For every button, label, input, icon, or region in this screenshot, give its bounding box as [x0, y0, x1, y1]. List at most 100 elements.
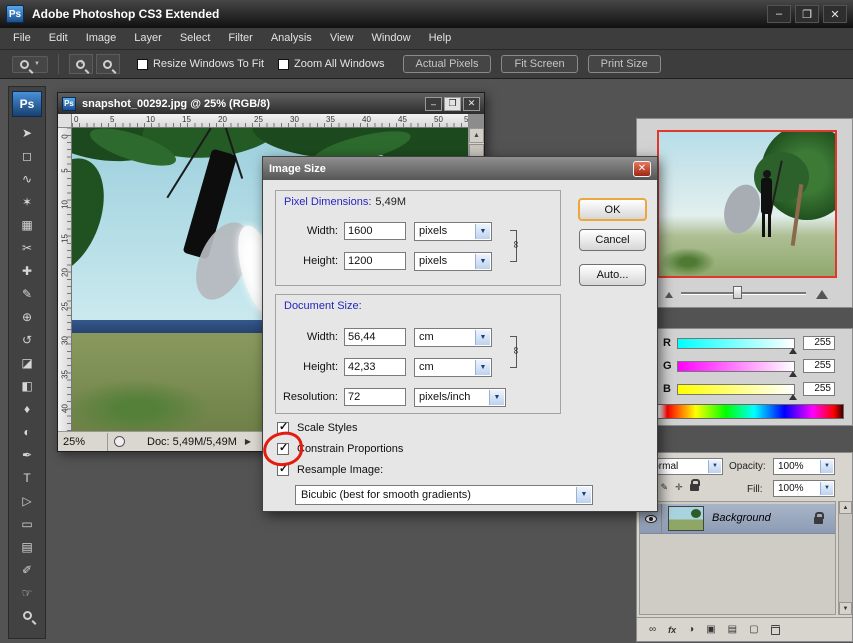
layer-thumbnail[interactable]	[668, 506, 704, 531]
doc-height-unit-dropdown[interactable]: cm	[414, 358, 492, 377]
pixel-height-unit-dropdown[interactable]: pixels	[414, 252, 492, 271]
dodge-tool[interactable]: ◐	[10, 420, 44, 443]
dropdown-arrow-icon[interactable]	[708, 460, 721, 473]
status-menu-arrow-icon[interactable]: ▶	[245, 437, 251, 446]
blue-channel-value[interactable]: 255	[803, 382, 835, 396]
path-selection-tool[interactable]: ▷	[10, 489, 44, 512]
zoom-all-windows-checkbox[interactable]: Zoom All Windows	[278, 58, 384, 70]
hand-tool[interactable]: ☞	[10, 581, 44, 604]
scroll-up-arrow[interactable]: ▲	[469, 128, 484, 143]
pixel-height-input[interactable]	[344, 252, 406, 270]
healing-brush-tool[interactable]: ✚	[10, 259, 44, 282]
menu-analysis[interactable]: Analysis	[262, 28, 321, 49]
blue-channel-slider[interactable]	[677, 384, 795, 395]
minimize-button[interactable]: –	[767, 5, 791, 23]
type-tool[interactable]: T	[10, 466, 44, 489]
eraser-tool[interactable]: ◪	[10, 351, 44, 374]
crop-tool[interactable]: ▦	[10, 213, 44, 236]
zoom-slider-thumb[interactable]	[733, 286, 742, 299]
dropdown-arrow-icon[interactable]	[475, 224, 490, 239]
rectangular-marquee-tool[interactable]: ◻	[10, 144, 44, 167]
green-channel-value[interactable]: 255	[803, 359, 835, 373]
dropdown-arrow-icon[interactable]	[820, 460, 833, 473]
zoom-level[interactable]: 25%	[58, 433, 108, 451]
gradient-tool[interactable]: ◧	[10, 374, 44, 397]
shape-tool[interactable]: ▭	[10, 512, 44, 535]
move-tool[interactable]: ➤	[10, 121, 44, 144]
magic-wand-tool[interactable]: ✶	[10, 190, 44, 213]
slice-tool[interactable]: ✂	[10, 236, 44, 259]
checkbox-box[interactable]	[277, 443, 289, 455]
dropdown-arrow-icon[interactable]	[475, 330, 490, 345]
zoom-out-mountain-icon[interactable]	[665, 292, 673, 298]
pixel-width-input[interactable]	[344, 222, 406, 240]
zoom-slider-track[interactable]	[681, 292, 806, 294]
menu-window[interactable]: Window	[362, 28, 419, 49]
lasso-tool[interactable]: ∿	[10, 167, 44, 190]
doc-width-input[interactable]	[344, 328, 406, 346]
actual-pixels-button[interactable]: Actual Pixels	[403, 55, 492, 73]
zoom-tool-preset[interactable]: ▼	[12, 56, 48, 73]
layer-name[interactable]: Background	[712, 512, 771, 524]
cancel-button[interactable]: Cancel	[579, 229, 646, 251]
doc-width-unit-dropdown[interactable]: cm	[414, 328, 492, 347]
auto-button[interactable]: Auto...	[579, 264, 646, 286]
link-layers-icon[interactable]: ∞	[649, 624, 656, 635]
resolution-input[interactable]	[344, 388, 406, 406]
layer-group-icon[interactable]: ▤	[728, 624, 737, 635]
slider-thumb-icon[interactable]	[789, 371, 797, 377]
opacity-dropdown[interactable]: 100%	[773, 458, 835, 475]
dialog-title-bar[interactable]: Image Size ✕	[263, 157, 657, 180]
zoom-out-button[interactable]	[96, 54, 120, 74]
pen-tool[interactable]: ✒	[10, 443, 44, 466]
blur-tool[interactable]: ♦	[10, 397, 44, 420]
fit-screen-button[interactable]: Fit Screen	[501, 55, 577, 73]
dropdown-arrow-icon[interactable]	[489, 390, 504, 405]
menu-view[interactable]: View	[321, 28, 363, 49]
brush-tool[interactable]: ✎	[10, 282, 44, 305]
zoom-in-mountain-icon[interactable]	[816, 290, 828, 299]
resolution-unit-dropdown[interactable]: pixels/inch	[414, 388, 506, 407]
dropdown-arrow-icon[interactable]	[475, 360, 490, 375]
eyedropper-tool[interactable]: ✐	[10, 558, 44, 581]
ps-logo[interactable]: Ps	[12, 91, 42, 117]
fill-dropdown[interactable]: 100%	[773, 480, 835, 497]
zoom-tool[interactable]	[10, 604, 44, 627]
doc-maximize-button[interactable]: ❐	[444, 97, 461, 111]
history-brush-tool[interactable]: ↺	[10, 328, 44, 351]
lock-paint-icon[interactable]: ✎	[661, 482, 669, 493]
scroll-up-arrow[interactable]: ▲	[839, 501, 852, 514]
menu-help[interactable]: Help	[420, 28, 461, 49]
layer-mask-icon[interactable]: ▣	[706, 624, 715, 635]
checkbox-box[interactable]	[277, 464, 289, 476]
adjustment-layer-icon[interactable]: ◑	[688, 624, 694, 635]
layer-style-icon[interactable]: fx	[668, 625, 676, 635]
lock-move-icon[interactable]: ✛	[675, 482, 683, 493]
scroll-down-arrow[interactable]: ▼	[839, 602, 852, 615]
new-layer-icon[interactable]: ▢	[749, 624, 758, 635]
slider-thumb-icon[interactable]	[789, 394, 797, 400]
document-title-bar[interactable]: Ps snapshot_00292.jpg @ 25% (RGB/8) – ❐ …	[58, 93, 484, 114]
menu-file[interactable]: File	[4, 28, 40, 49]
checkbox-box[interactable]	[137, 59, 148, 70]
dropdown-arrow-icon[interactable]	[576, 487, 591, 503]
lock-all-icon[interactable]	[690, 484, 699, 491]
resize-windows-checkbox[interactable]: Resize Windows To Fit	[137, 58, 264, 70]
doc-minimize-button[interactable]: –	[425, 97, 442, 111]
layers-scrollbar[interactable]: ▲ ▼	[838, 501, 852, 615]
color-spectrum-ramp[interactable]	[653, 404, 844, 419]
resample-method-dropdown[interactable]: Bicubic (best for smooth gradients)	[295, 485, 593, 505]
red-channel-slider[interactable]	[677, 338, 795, 349]
green-channel-slider[interactable]	[677, 361, 795, 372]
navigator-preview[interactable]	[657, 130, 837, 278]
dropdown-arrow-icon[interactable]	[820, 482, 833, 495]
layer-row-background[interactable]: Background	[640, 504, 835, 534]
ok-button[interactable]: OK	[578, 198, 647, 221]
restore-button[interactable]: ❐	[795, 5, 819, 23]
doc-height-input[interactable]	[344, 358, 406, 376]
menu-image[interactable]: Image	[77, 28, 126, 49]
menu-edit[interactable]: Edit	[40, 28, 77, 49]
red-channel-value[interactable]: 255	[803, 336, 835, 350]
resample-image-checkbox[interactable]: Resample Image:	[277, 464, 383, 476]
menu-select[interactable]: Select	[171, 28, 220, 49]
